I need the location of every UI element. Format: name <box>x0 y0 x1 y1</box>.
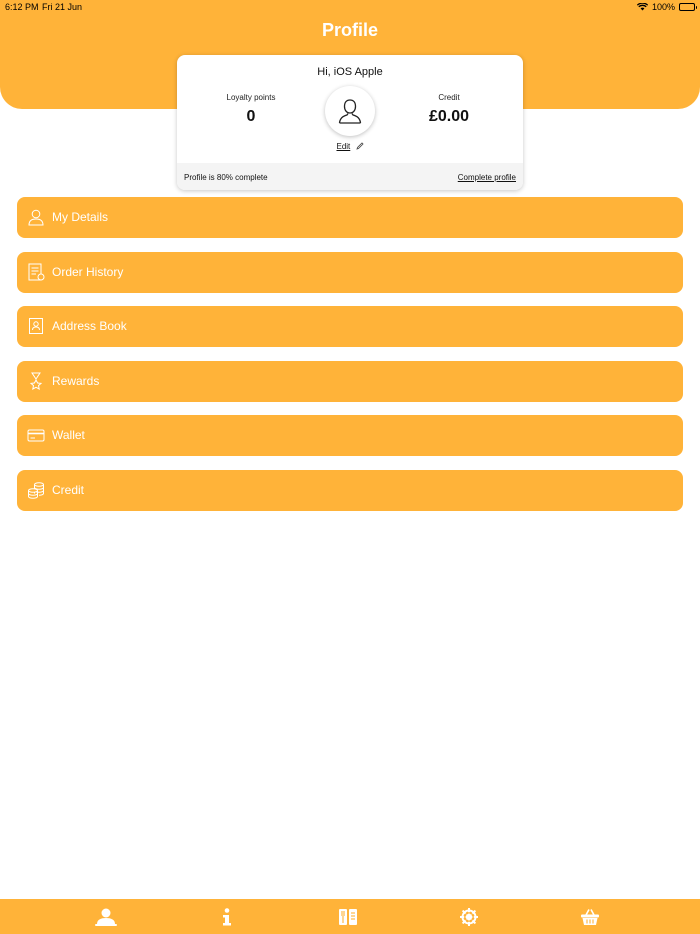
avatar[interactable] <box>325 86 375 136</box>
receipt-icon <box>28 263 45 281</box>
menu-item-address-book[interactable]: Address Book <box>17 306 683 348</box>
loyalty-points-stat: Loyalty points 0 <box>196 93 306 126</box>
menu-label-wallet: Wallet <box>52 428 85 443</box>
battery-percent: 100% <box>651 2 675 12</box>
loyalty-points-label: Loyalty points <box>226 93 276 102</box>
edit-profile-link[interactable]: Edit <box>177 142 523 151</box>
menu-book-icon <box>339 909 357 925</box>
credit-label: Credit <box>438 93 460 102</box>
person-silhouette-icon <box>338 99 362 124</box>
greeting-text: Hi, iOS Apple <box>317 66 383 78</box>
status-right: 100% <box>636 2 697 12</box>
menu-item-wallet[interactable]: Wallet <box>17 415 683 457</box>
menu-label-rewards: Rewards <box>52 373 100 388</box>
tab-settings[interactable] <box>457 906 481 928</box>
credit-stat: Credit £0.00 <box>394 93 504 126</box>
basket-icon <box>581 909 599 925</box>
page-title: Profile <box>321 20 378 40</box>
tab-menu[interactable] <box>336 906 360 928</box>
profile-card: Hi, iOS Apple Loyalty points 0 Credit £0… <box>177 55 523 190</box>
tab-bar <box>0 899 700 934</box>
menu-item-order-history[interactable]: Order History <box>17 251 683 293</box>
active-tab-indicator <box>95 924 117 926</box>
person-icon <box>28 209 44 226</box>
profile-progress-text: Profile is 80% complete <box>184 173 268 182</box>
tab-info[interactable] <box>215 906 239 928</box>
coins-icon <box>28 482 44 499</box>
profile-progress-bar: Profile is 80% complete Complete profile <box>177 163 523 190</box>
gear-icon <box>460 908 478 926</box>
credit-value: £0.00 <box>428 108 470 125</box>
profile-menu: My Details Order History Address Book Re… <box>17 197 683 525</box>
card-icon <box>27 429 45 442</box>
status-bar: 6:12 PM Fri 21 Jun 100% <box>0 0 700 14</box>
wifi-icon <box>636 3 648 11</box>
menu-label-address-book: Address Book <box>52 319 127 334</box>
edit-label: Edit <box>336 142 351 151</box>
menu-label-credit: Credit <box>52 482 85 497</box>
menu-item-rewards[interactable]: Rewards <box>17 360 683 402</box>
menu-label-my-details: My Details <box>52 210 109 224</box>
battery-icon <box>679 3 697 11</box>
address-book-icon <box>29 318 43 335</box>
menu-item-my-details[interactable]: My Details <box>17 197 683 238</box>
menu-label-order-history: Order History <box>52 264 124 279</box>
tab-basket[interactable] <box>578 906 602 928</box>
medal-icon <box>29 372 43 390</box>
info-icon <box>223 908 231 926</box>
status-time: 6:12 PM <box>5 2 39 12</box>
complete-profile-link[interactable]: Complete profile <box>458 173 516 182</box>
pencil-icon <box>355 142 364 150</box>
loyalty-points-value: 0 <box>246 108 256 125</box>
status-date: Fri 21 Jun <box>42 2 83 12</box>
menu-item-credit[interactable]: Credit <box>17 469 683 511</box>
